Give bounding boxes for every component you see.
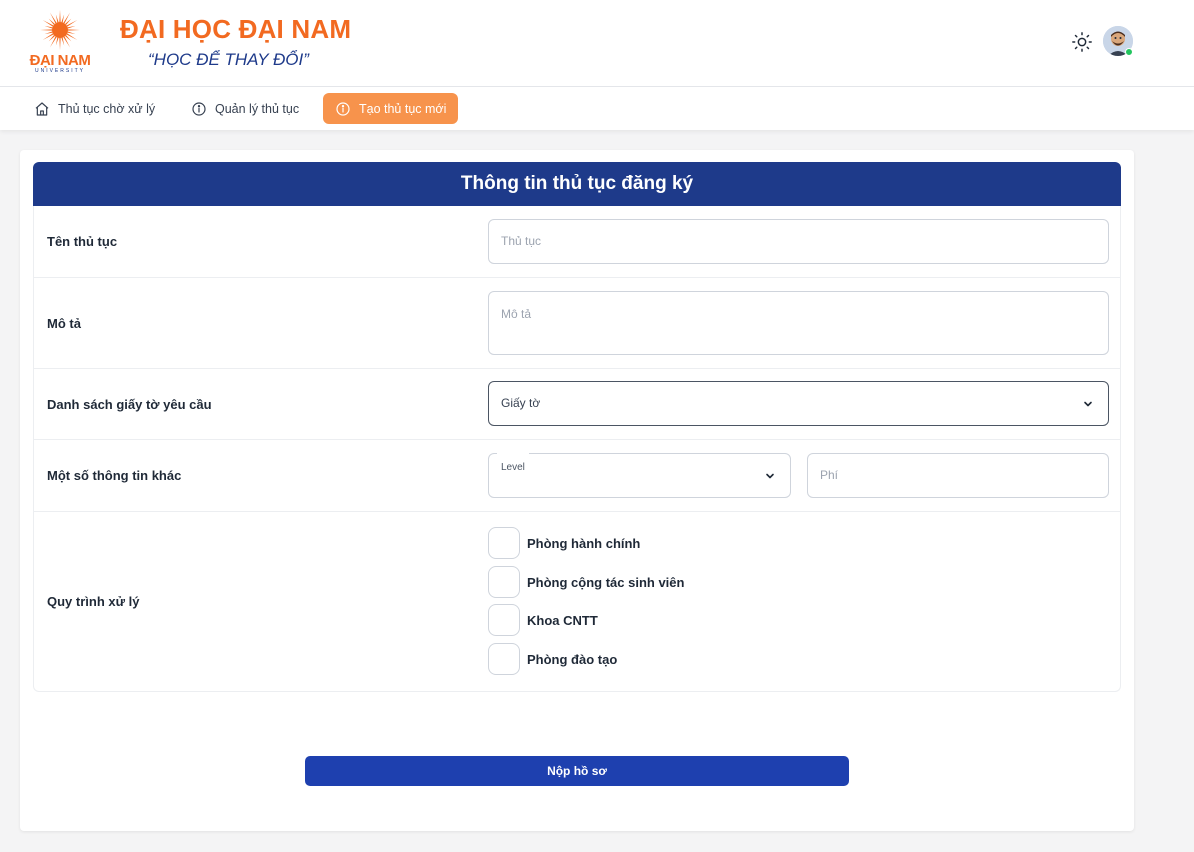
workflow-option-admin[interactable]: Phòng hành chính: [488, 527, 640, 559]
logo-subtext: UNIVERSITY: [34, 68, 85, 74]
row-description: Mô tả Mô tả: [34, 278, 1120, 369]
tab-pending-procedures[interactable]: Thủ tục chờ xử lý: [22, 93, 167, 124]
info-icon: [192, 101, 206, 116]
app-header: ĐẠI NAM UNIVERSITY ĐẠI HỌC ĐẠI NAM “HỌC …: [0, 0, 1194, 87]
sun-icon[interactable]: [1071, 31, 1093, 53]
chevron-down-icon: [766, 473, 774, 478]
row-other-info: Một số thông tin khác Level 1 Phí: [34, 440, 1120, 512]
logo-ray: [44, 31, 53, 35]
home-icon: [35, 101, 49, 116]
procedure-name-input[interactable]: Thủ tục: [488, 219, 1109, 264]
logo-ray: [42, 33, 54, 40]
workflow-option-student-affairs[interactable]: Phòng cộng tác sinh viên: [488, 566, 684, 598]
other-info-label: Một số thông tin khác: [47, 468, 182, 483]
row-workflow: Quy trình xử lý Phòng hành chính Phòng c…: [34, 512, 1120, 692]
workflow-option-training[interactable]: Phòng đào tạo: [488, 643, 617, 675]
checkbox[interactable]: [488, 643, 520, 675]
row-procedure-name: Tên thủ tục Thủ tục: [34, 206, 1120, 278]
checkbox-label: Phòng hành chính: [527, 535, 641, 551]
info-icon: [336, 101, 350, 116]
online-status-indicator: [1125, 48, 1133, 56]
logo-ray: [55, 14, 59, 23]
checkbox-label: Khoa CNTT: [527, 612, 598, 628]
form-title: Thông tin thủ tục đăng ký: [33, 162, 1121, 206]
documents-select-value: Giấy tờ: [501, 396, 541, 410]
documents-label: Danh sách giấy tờ yêu cầu: [47, 397, 212, 412]
description-textarea[interactable]: Mô tả: [488, 291, 1109, 355]
logo-ray: [67, 31, 76, 35]
procedure-name-label: Tên thủ tục: [47, 234, 118, 249]
logo-ray: [61, 37, 65, 46]
fee-input[interactable]: Phí: [807, 453, 1109, 498]
form-card: Thông tin thủ tục đăng ký Tên thủ tục Th…: [20, 150, 1134, 831]
tab-label: Quản lý thủ tục: [215, 101, 300, 116]
sunburst-logo-icon: [40, 10, 80, 50]
logo-ray: [61, 14, 65, 23]
logo-ray: [50, 36, 57, 48]
logo-ray: [55, 37, 59, 46]
slogan: “HỌC ĐỂ THAY ĐỔI”: [148, 50, 309, 69]
checkbox-label: Phòng cộng tác sinh viên: [527, 574, 685, 590]
checkbox[interactable]: [488, 566, 520, 598]
logo-ray: [67, 25, 76, 29]
logo-ray: [59, 10, 61, 23]
logo-ray: [66, 33, 78, 40]
logo-text: ĐẠI NAM: [29, 52, 91, 69]
logo-ray: [50, 12, 57, 24]
workflow-label: Quy trình xử lý: [47, 594, 140, 609]
tab-create-procedure[interactable]: Tạo thủ tục mới: [323, 93, 459, 124]
logo-ray: [44, 25, 53, 29]
logo-ray: [63, 12, 70, 24]
submit-button[interactable]: Nộp hồ sơ: [305, 756, 849, 786]
logo-ray: [59, 37, 61, 50]
tab-bar: Thủ tục chờ xử lý Quản lý thủ tục Tạo th…: [0, 87, 1194, 130]
logo-ray: [66, 20, 78, 27]
chevron-down-icon: [1084, 401, 1092, 406]
checkbox[interactable]: [488, 527, 520, 559]
logo-ray: [42, 20, 54, 27]
tab-manage-procedures[interactable]: Quản lý thủ tục: [179, 93, 311, 124]
logo-ray: [63, 36, 70, 48]
tab-label: Tạo thủ tục mới: [359, 101, 447, 116]
row-documents: Danh sách giấy tờ yêu cầu Giấy tờ: [34, 369, 1120, 440]
university-logo[interactable]: ĐẠI NAM UNIVERSITY: [20, 8, 100, 78]
documents-select[interactable]: Giấy tờ: [488, 381, 1109, 426]
level-select[interactable]: Level 1: [488, 446, 791, 498]
logo-ray: [67, 29, 80, 31]
description-label: Mô tả: [47, 316, 81, 331]
tab-label: Thủ tục chờ xử lý: [58, 101, 156, 116]
workflow-option-it-faculty[interactable]: Khoa CNTT: [488, 604, 598, 636]
logo-ray: [40, 29, 53, 31]
university-name: ĐẠI HỌC ĐẠI NAM: [120, 14, 352, 44]
checkbox-label: Phòng đào tạo: [527, 651, 618, 667]
checkbox[interactable]: [488, 604, 520, 636]
level-floating-label: Level: [497, 446, 529, 489]
form-body: Tên thủ tục Thủ tục Mô tả Mô tả Danh sác…: [33, 206, 1121, 692]
